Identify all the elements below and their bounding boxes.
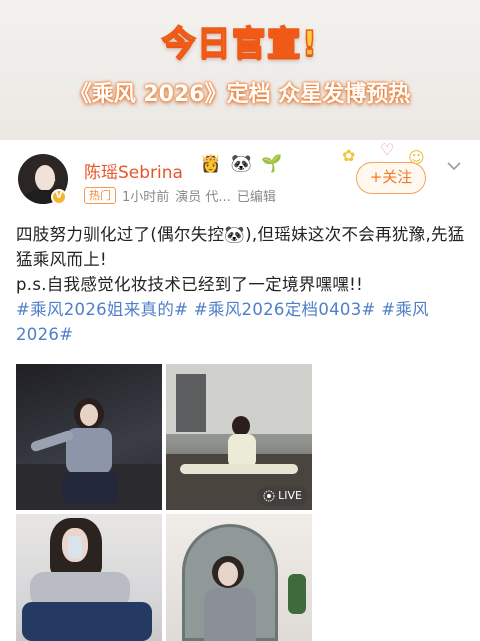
chevron-down-icon[interactable] xyxy=(446,158,462,174)
princess-icon: 👸 xyxy=(200,154,222,174)
photo-phone xyxy=(68,536,82,558)
heart-decoration-icon: ♡ xyxy=(380,140,395,159)
post-photo-1[interactable] xyxy=(16,364,162,510)
live-photo-icon xyxy=(263,490,275,502)
flower-decoration-icon: ✿ xyxy=(342,146,356,165)
banner-title: 今日官宣! xyxy=(161,23,319,65)
live-photo-badge[interactable]: LIVE xyxy=(257,486,308,506)
photo-legs xyxy=(180,464,298,474)
post-photo-3[interactable] xyxy=(16,514,162,641)
post-card: 陈瑶Sebrina 👸 🐼 🌱 热门 1小时前 演员 代... 已编辑 ✿ ♡ … xyxy=(0,140,480,641)
follow-area: ✿ ♡ ☺ +关注 xyxy=(336,140,436,200)
photo-window xyxy=(176,374,206,432)
username[interactable]: 陈瑶Sebrina xyxy=(84,158,183,183)
post-time: 1小时前 xyxy=(122,190,170,205)
post-source: 演员 代... xyxy=(175,190,231,205)
post-text-line-1: 四肢努力驯化过了(偶尔失控🐼),但瑶妹这次不会再犹豫,先猛猛乘风而上! xyxy=(16,225,465,269)
panda-icon: 🐼 xyxy=(230,154,252,174)
hot-badge: 热门 xyxy=(84,187,116,204)
banner-subtitle: 《乘风 2026》定档 众星发博预热 xyxy=(69,82,411,107)
live-label: LIVE xyxy=(278,489,302,502)
promo-banner: 今日官宣! 《乘风 2026》定档 众星发博预热 xyxy=(0,0,480,140)
post-meta: 热门 1小时前 演员 代... 已编辑 xyxy=(84,186,276,205)
post-body: 四肢努力驯化过了(偶尔失控🐼),但瑶妹这次不会再犹豫,先猛猛乘风而上! p.s.… xyxy=(16,222,468,347)
photo-face xyxy=(80,404,98,426)
photo-top xyxy=(228,434,256,468)
photo-plant xyxy=(288,574,306,614)
post-photo-4[interactable] xyxy=(166,514,312,641)
name-emoji-icons: 👸 🐼 🌱 xyxy=(200,154,286,174)
edited-label: 已编辑 xyxy=(236,190,276,205)
photo-pants xyxy=(62,472,118,504)
hashtag-link[interactable]: #乘风2026定档0403# xyxy=(194,300,376,319)
hashtag-link[interactable]: #乘风2026姐来真的# xyxy=(16,300,188,319)
photo-top xyxy=(204,588,256,641)
avatar-face xyxy=(35,165,55,191)
post-text-line-2: p.s.自我感觉化妆技术已经到了一定境界嘿嘿!! xyxy=(16,275,363,294)
post-photo-2[interactable]: LIVE xyxy=(166,364,312,510)
photo-face xyxy=(218,562,238,586)
photo-hair xyxy=(232,416,250,436)
follow-button[interactable]: +关注 xyxy=(356,162,426,194)
verified-badge-icon xyxy=(51,189,67,205)
photo-jeans xyxy=(22,602,152,641)
sprout-icon: 🌱 xyxy=(261,154,283,174)
